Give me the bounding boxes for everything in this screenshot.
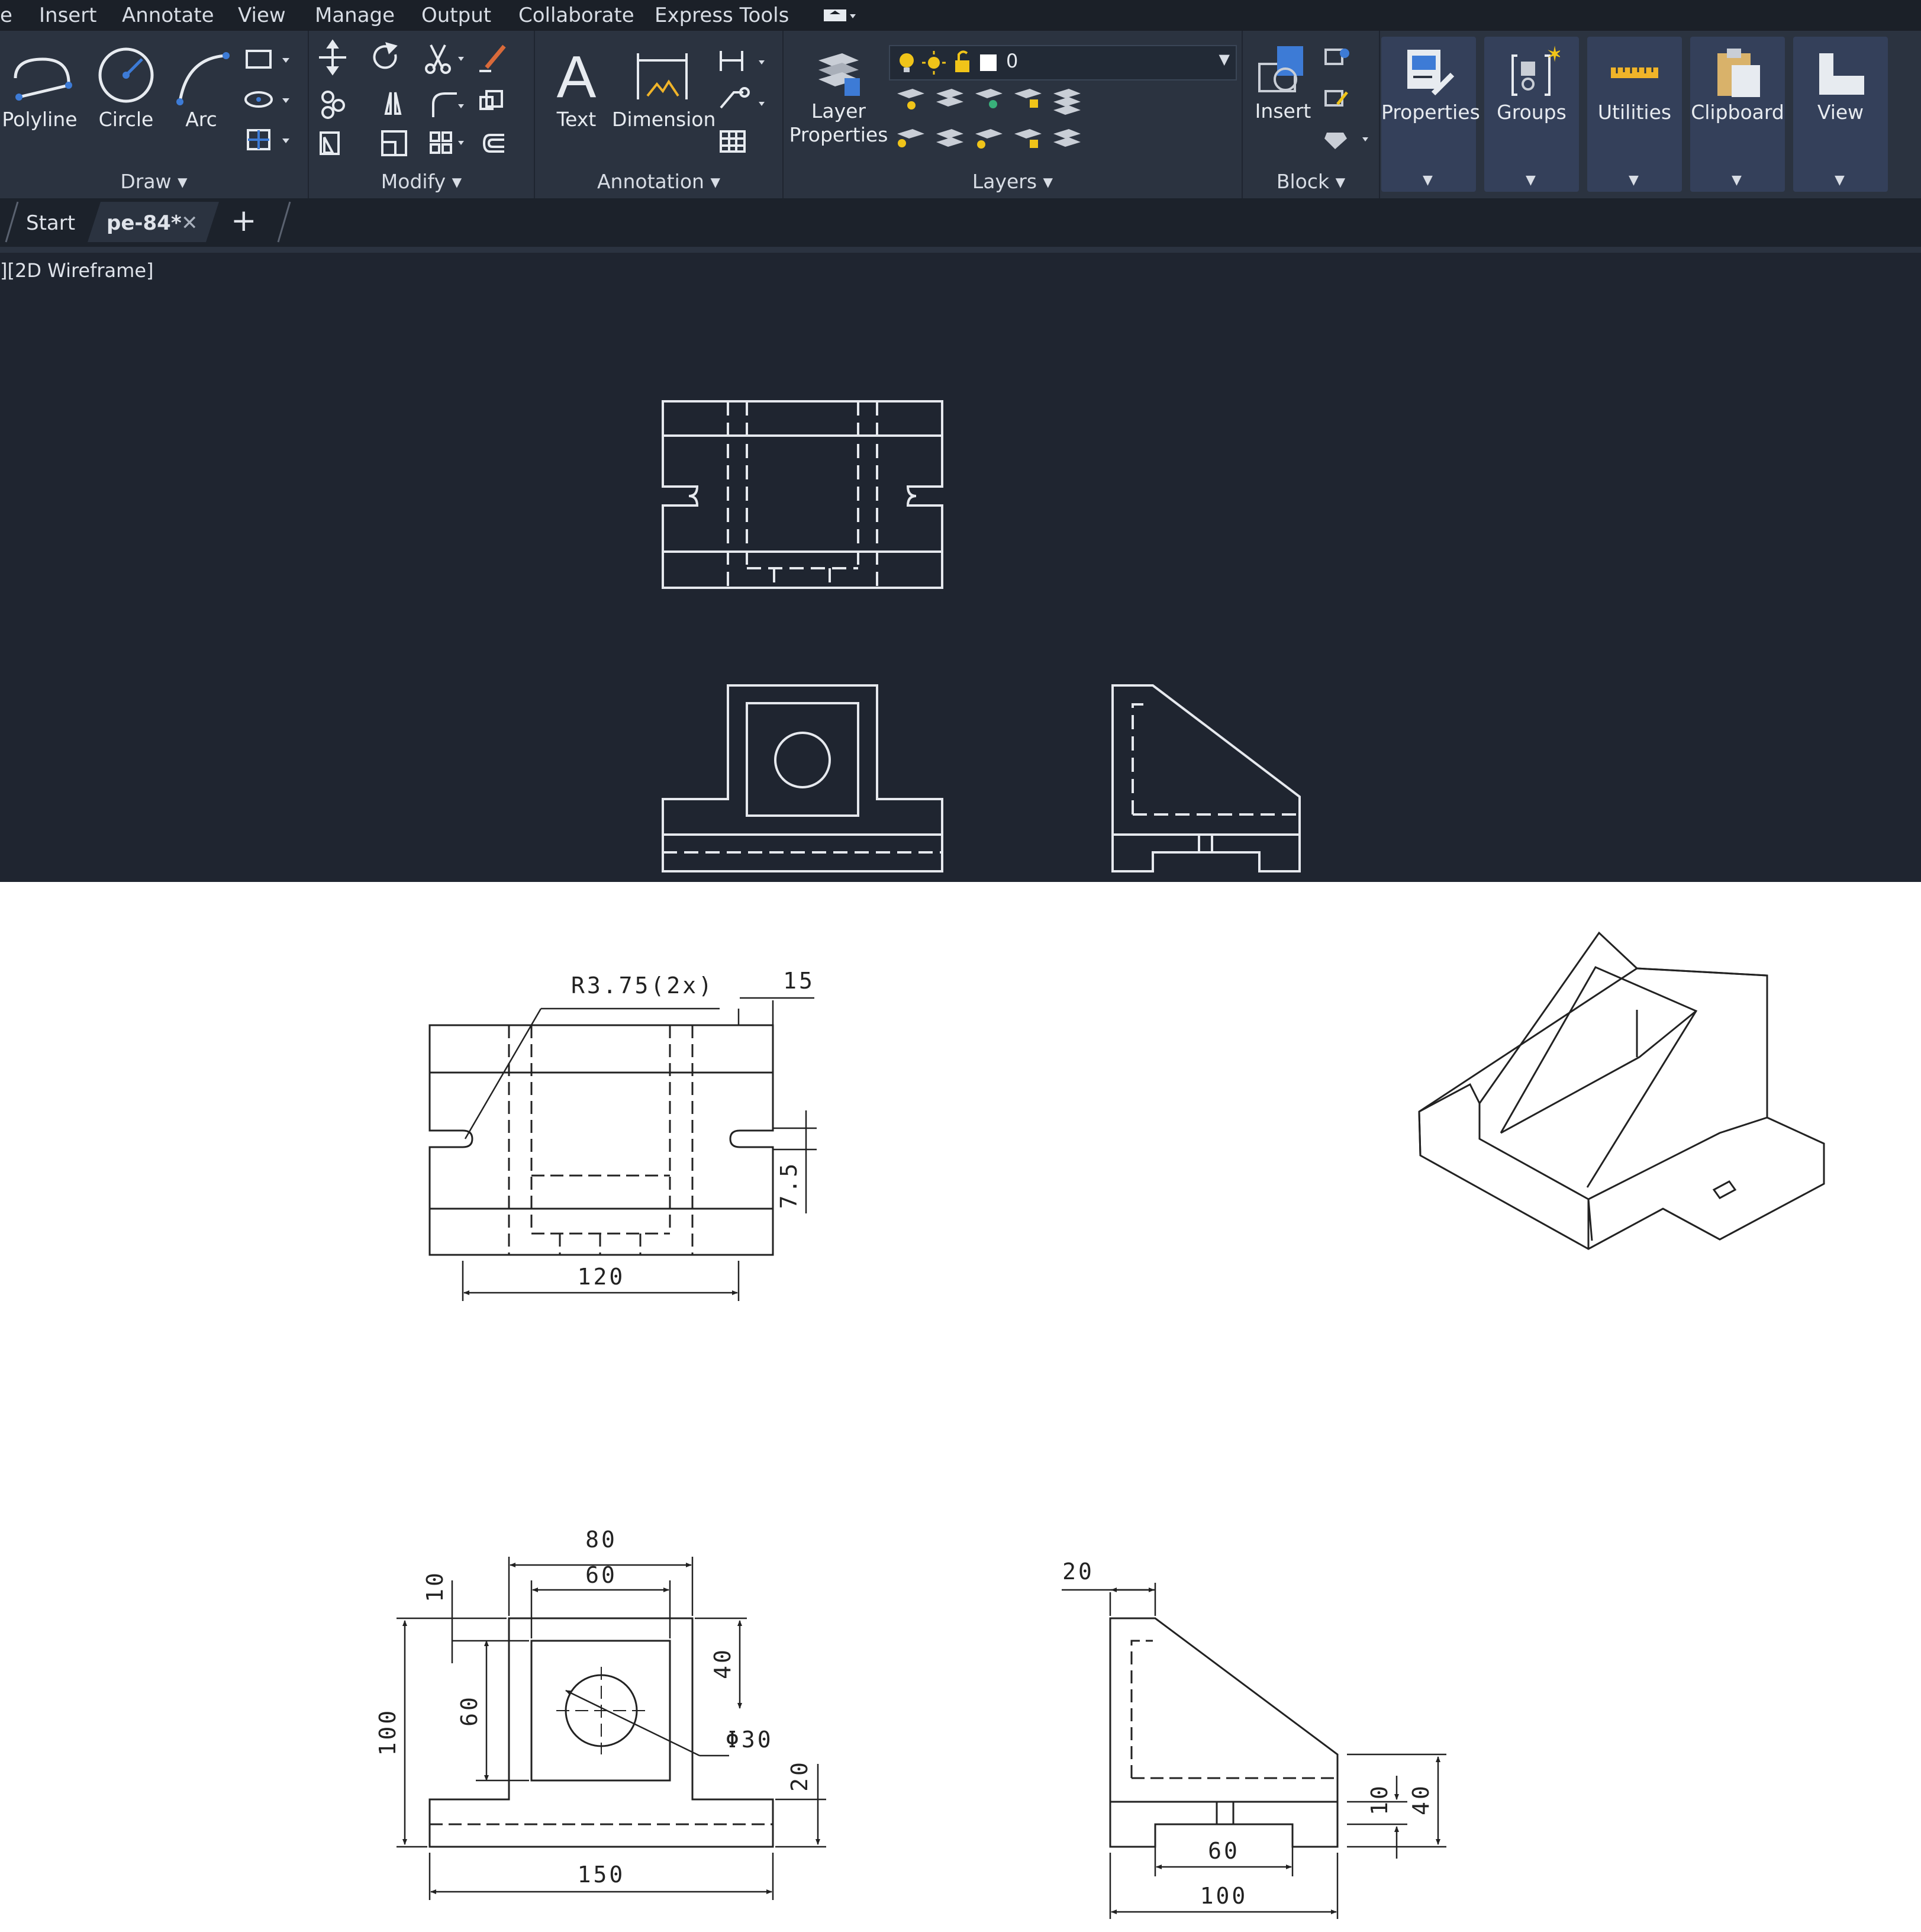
ref-front-dim-60: 60 [585, 1562, 617, 1588]
ref-front-dim-60-vertical: 60 [456, 1695, 482, 1727]
ref-top-dim-15: 15 [783, 968, 815, 994]
ref-side-dim-20: 20 [1062, 1559, 1094, 1585]
model-top-view [662, 400, 943, 589]
reference-drawing-sheet: R3.75(2x) 15 7.5 120 80 60 10 100 60 40 … [0, 882, 1921, 1932]
ref-top-radius-note: R3.75(2x) [571, 973, 714, 999]
model-side-view [1111, 684, 1301, 872]
ref-front-dim-10: 10 [422, 1570, 448, 1602]
autocad-window: e Insert Annotate View Manage Output Col… [0, 0, 1921, 882]
ref-front-dim-40: 40 [710, 1647, 736, 1679]
model-front-view [662, 684, 943, 872]
ref-front-dim-20: 20 [787, 1760, 813, 1792]
ref-front-dim-80: 80 [585, 1527, 617, 1553]
ref-front-dim-100: 100 [375, 1708, 401, 1756]
ref-side-dim-40: 40 [1408, 1783, 1434, 1815]
ref-top-dim-120: 120 [578, 1264, 626, 1290]
ref-side-dim-10: 10 [1366, 1783, 1393, 1815]
ref-side-dim-100: 100 [1200, 1883, 1248, 1909]
ref-top-view [428, 997, 817, 1301]
model-space-drawing[interactable] [0, 0, 1921, 882]
ref-side-view [1062, 1583, 1446, 1919]
ref-side-dim-60: 60 [1208, 1838, 1240, 1864]
ref-front-dim-150: 150 [578, 1862, 626, 1888]
ref-top-dim-7-5: 7.5 [776, 1161, 802, 1209]
ref-front-hole-diameter: Φ30 [726, 1727, 773, 1753]
ref-isometric-view [1418, 931, 1825, 1250]
reference-drawing: R3.75(2x) 15 7.5 120 80 60 10 100 60 40 … [375, 931, 1825, 1919]
